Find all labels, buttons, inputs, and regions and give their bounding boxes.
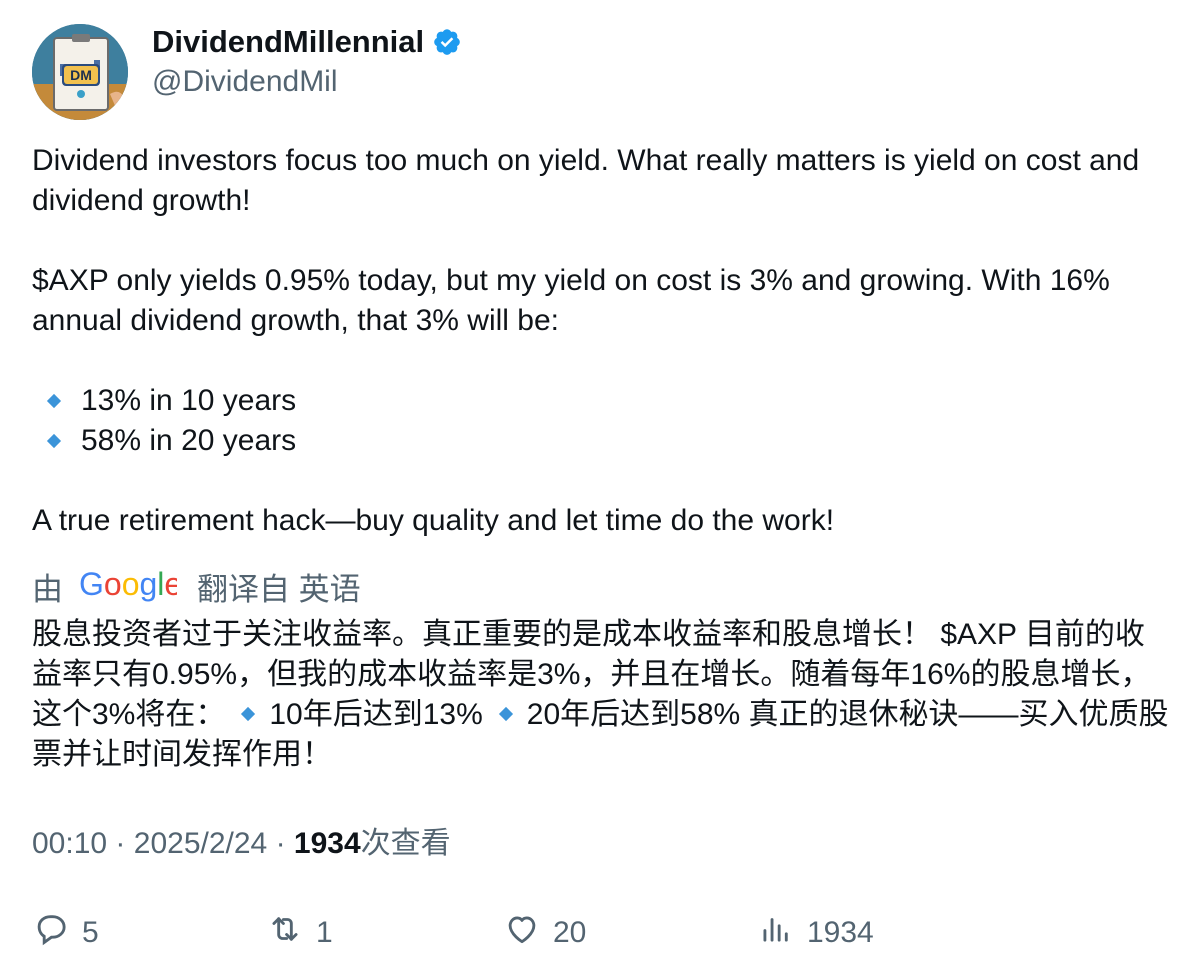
small-blue-diamond-icon: [241, 707, 256, 722]
retweet-button[interactable]: 1: [266, 910, 333, 956]
reply-count: 5: [82, 916, 99, 949]
cashtag-link[interactable]: $AXP: [32, 264, 108, 297]
like-count: 20: [553, 916, 587, 949]
avatar[interactable]: DM: [32, 24, 128, 120]
small-blue-diamond-icon: [498, 707, 513, 722]
avatar-image: DM: [32, 24, 128, 120]
tweet-date[interactable]: 2025/2/24: [134, 827, 267, 860]
author-handle[interactable]: @DividendMil: [152, 62, 338, 102]
reply-icon: [32, 910, 70, 956]
like-icon: [503, 910, 541, 956]
avatar-text: DM: [70, 67, 92, 83]
retweet-icon: [266, 910, 304, 956]
tweet-meta: 00:10 · 2025/2/24 · 1934次查看: [32, 824, 451, 864]
bullet-text: 13% in 10 years: [81, 384, 297, 417]
list-item: 13% in 10 years: [32, 381, 1172, 421]
small-blue-diamond-icon: [34, 381, 74, 421]
views-action-count: 1934: [807, 916, 874, 949]
tweet-paragraph-rest: only yields 0.95% today, but my yield on…: [32, 264, 1110, 337]
tweet-paragraph: Dividend investors focus too much on yie…: [32, 144, 1140, 217]
action-bar: 5 1 20 1934: [0, 910, 1196, 954]
bullet-text: 58% in 20 years: [81, 424, 297, 457]
tweet-paragraph: A true retirement hack—buy quality and l…: [32, 504, 835, 537]
google-logo: Google: [79, 566, 182, 613]
svg-text:Google: Google: [79, 566, 177, 602]
list-item: 58% in 20 years: [32, 421, 1172, 461]
translation-attribution: 由 Google 翻译自 英语: [32, 566, 361, 613]
analytics-icon: [757, 910, 795, 956]
views-count: 1934: [293, 827, 361, 860]
translation-suffix: 翻译自 英语: [197, 571, 361, 607]
meta-separator: ·: [115, 827, 126, 860]
like-button[interactable]: 20: [503, 910, 586, 956]
views-label: 次查看: [360, 827, 451, 860]
display-name[interactable]: DividendMillennial: [152, 22, 424, 62]
small-blue-diamond-icon: [34, 421, 74, 461]
retweet-count: 1: [316, 916, 333, 949]
tweet-text: Dividend investors focus too much on yie…: [32, 141, 1172, 541]
tweet-time[interactable]: 00:10: [32, 827, 107, 860]
verified-badge-icon[interactable]: [432, 27, 462, 57]
translation-prefix: 由: [32, 571, 63, 607]
tweet-paragraph: $AXP only yields 0.95% today, but my yie…: [32, 261, 1172, 341]
translated-text: 股息投资者过于关注收益率。真正重要的是成本收益率和股息增长！ $AXP 目前的收…: [32, 615, 1172, 775]
reply-button[interactable]: 5: [32, 910, 99, 956]
analytics-button[interactable]: 1934: [757, 910, 874, 956]
translated-part: 10年后达到13%: [269, 698, 483, 731]
author-name-row[interactable]: DividendMillennial: [152, 22, 462, 62]
meta-separator: ·: [275, 827, 286, 860]
